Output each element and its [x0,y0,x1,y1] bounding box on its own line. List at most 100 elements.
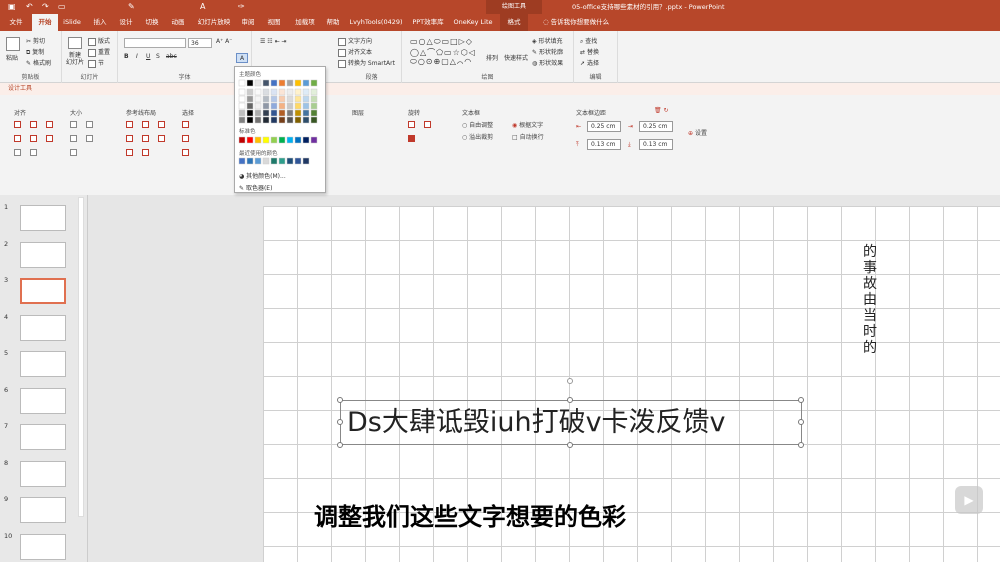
tab-onekey[interactable]: OneKey Lite [452,14,494,31]
slideshow-icon[interactable]: ▭ [58,3,66,11]
rotate-right-icon[interactable] [424,121,431,128]
shape-fill-button[interactable]: ◈ 形状填充 [532,36,563,45]
margin-bottom-input[interactable]: 0.13 cm [639,139,673,150]
swatch-theme-1-3[interactable] [246,109,254,117]
overflow-option[interactable]: ○ 溢出裁剪 [462,132,493,141]
rotate-handle-icon[interactable] [567,378,573,384]
swatch-standard-1[interactable] [246,136,254,144]
guide-bottom-icon[interactable] [158,135,165,142]
swatch-standard-8[interactable] [302,136,310,144]
play-icon[interactable]: ▶ [955,486,983,514]
shape-effects-button[interactable]: ◍ 形状效果 [532,58,563,67]
shrink-option[interactable]: ◉ 根据文字 [512,120,543,129]
swatch-theme-7-1[interactable] [294,95,302,103]
select-button[interactable]: ➚ 选择 [580,58,599,67]
fit-size-icon[interactable] [70,149,77,156]
swatch-theme-0-4[interactable] [238,116,246,124]
tab-lvyhtools[interactable]: LvyhTools(0429) [348,14,404,31]
swatch-theme-9-3[interactable] [310,109,318,117]
align-left-icon[interactable] [14,121,21,128]
margin-top-input[interactable]: 0.13 cm [587,139,621,150]
arrange-button[interactable]: 排列 [486,53,498,62]
guide-center-icon[interactable] [142,121,149,128]
guide-fill-icon[interactable] [126,149,133,156]
swatch-theme-3-2[interactable] [262,102,270,110]
swatch-theme-7-0[interactable] [294,88,302,96]
resize-handle-tr[interactable] [798,397,804,403]
resize-handle-tl[interactable] [337,397,343,403]
swatch-theme-2-3[interactable] [254,109,262,117]
font-size-select[interactable]: 36 [188,38,212,48]
eyedropper-item[interactable]: ✎ 取色器(E) [239,183,272,192]
thumbnail-scrollbar[interactable] [78,197,84,517]
flip-icon[interactable] [408,135,415,142]
swatch-standard-2[interactable] [254,136,262,144]
swatch-theme-0-1[interactable] [238,95,246,103]
replace-button[interactable]: ⇄ 替换 [580,47,599,56]
settings-button[interactable]: ⊕ 设置 [688,128,707,137]
tab-view[interactable]: 视图 [262,14,286,31]
swatch-standard-9[interactable] [310,136,318,144]
slide-thumbnail[interactable] [20,533,66,560]
slide-thumbnail[interactable] [20,351,66,377]
slide-thumbnail[interactable] [20,205,66,231]
select-same-icon[interactable] [182,121,189,128]
shapes-gallery-row3[interactable]: ⬭○⊙⊕▢△⌒◠ [410,57,472,67]
save-icon[interactable]: ▣ [8,3,16,11]
swatch-theme-1-4[interactable] [246,116,254,124]
swatch-theme-8-1[interactable] [302,95,310,103]
new-slide-icon[interactable] [68,37,82,49]
vertical-text-box[interactable]: 的事故由当时的 [862,244,878,356]
margin-right-input[interactable]: 0.25 cm [639,121,673,132]
swatch-theme-2-0[interactable] [254,88,262,96]
slide-thumbnail[interactable] [20,424,66,450]
swatch-theme-0[interactable] [238,79,246,87]
bold-button[interactable]: B [124,53,129,60]
resize-handle-t[interactable] [567,397,573,403]
swatch-theme-2-2[interactable] [254,102,262,110]
checkbox-wrap[interactable]: □ [512,134,520,141]
align-top-icon[interactable] [14,135,21,142]
align-middle-icon[interactable] [30,135,37,142]
swatch-theme-6-0[interactable] [286,88,294,96]
swatch-theme-7-2[interactable] [294,102,302,110]
same-size-icon[interactable] [70,135,77,142]
text-box-icon[interactable]: A [200,3,208,11]
swatch-theme-4-2[interactable] [270,102,278,110]
redo-icon[interactable]: ↷ [42,3,50,11]
guide-middle-icon[interactable] [142,135,149,142]
wrap-option[interactable]: □ 自动换行 [512,132,544,141]
resize-handle-bl[interactable] [337,442,343,448]
tab-insert[interactable]: 插入 [88,14,112,31]
swatch-theme-9-0[interactable] [310,88,318,96]
undo-icon[interactable]: ↶ [26,3,34,11]
swatch-theme-8-0[interactable] [302,88,310,96]
slide-thumbnail[interactable] [20,314,66,341]
swatch-recent-5[interactable] [278,157,286,165]
swatch-theme-9-1[interactable] [310,95,318,103]
resize-handle-l[interactable] [337,419,343,425]
slide-thumbnail[interactable] [20,278,66,304]
swap-size-icon[interactable] [86,135,93,142]
swatch-theme-7-4[interactable] [294,116,302,124]
swatch-standard-5[interactable] [278,136,286,144]
swatch-theme-1[interactable] [246,79,254,87]
underline-button[interactable]: U [146,53,150,60]
grow-font-icon[interactable]: A⁺ A⁻ [216,38,232,45]
smartart-button[interactable]: 转换为 SmartArt [338,58,395,68]
swatch-theme-8-2[interactable] [302,102,310,110]
swatch-theme-2-4[interactable] [254,116,262,124]
cut-button[interactable]: ✂ 剪切 [26,36,45,45]
paste-button[interactable]: 粘贴 [6,53,18,62]
find-button[interactable]: ⌕ 查找 [580,36,597,46]
swatch-theme-4-3[interactable] [270,109,278,117]
guide-right-icon[interactable] [158,121,165,128]
same-height-icon[interactable] [86,121,93,128]
swatch-theme-4-1[interactable] [270,95,278,103]
more-colors-item[interactable]: ◕ 其他颜色(M)... [239,171,286,180]
swatch-theme-4[interactable] [270,79,278,87]
selected-text-box[interactable]: Ds大肆诋毁iuh打破v卡泼反馈v [340,400,802,445]
tab-islide[interactable]: iSlide [60,14,84,31]
shape-outline-button[interactable]: ✎ 形状轮廓 [532,47,563,56]
swatch-theme-2-1[interactable] [254,95,262,103]
